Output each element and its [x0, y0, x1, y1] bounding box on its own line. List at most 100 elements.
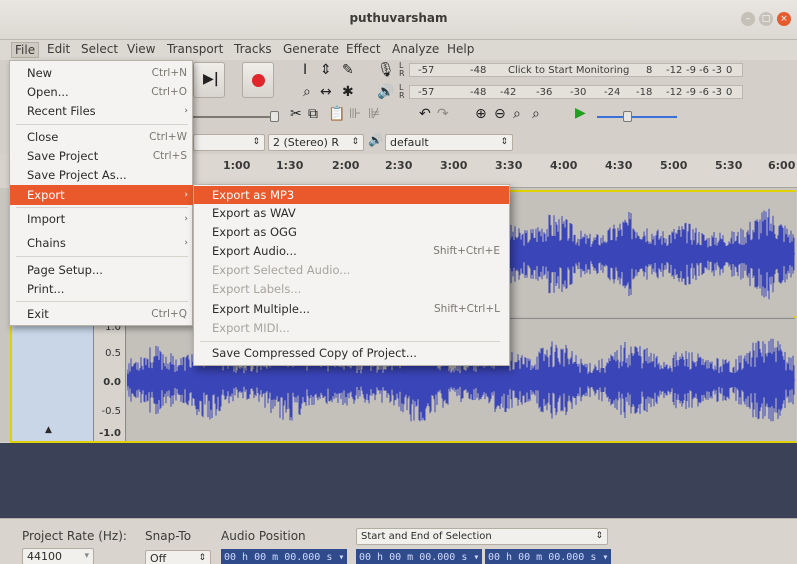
maximize-icon[interactable]: □	[759, 12, 773, 26]
meter-tick: 8	[646, 65, 653, 76]
meter-tick: -36	[536, 87, 553, 98]
audio-position-label: Audio Position	[221, 529, 306, 543]
menu-separator	[16, 207, 188, 208]
play-at-speed-icon[interactable]: ▶	[575, 105, 586, 121]
meter-tick: -48	[470, 87, 487, 98]
ruler-label: 1:30	[276, 159, 304, 172]
meter-tick: 0	[726, 87, 733, 98]
combo-arrow-icon: ⇕	[351, 137, 359, 147]
speed-slider-track[interactable]	[597, 116, 677, 118]
menu-transport[interactable]: Transport	[167, 42, 223, 56]
menu-select[interactable]: Select	[81, 42, 118, 56]
selection-start-value: 00 h 00 m 00.000 s	[359, 552, 468, 563]
zoom-out-icon[interactable]: ⊖	[494, 106, 506, 122]
ruler-label: 2:30	[385, 159, 413, 172]
cut-icon[interactable]: ✂	[290, 106, 302, 122]
menu-help[interactable]: Help	[447, 42, 474, 56]
empty-track-area[interactable]	[0, 443, 797, 518]
menu-effect[interactable]: Effect	[346, 42, 381, 56]
menu-item-open[interactable]: Open... Ctrl+O	[10, 82, 194, 102]
menu-item-print[interactable]: Print...	[10, 279, 194, 299]
ruler-label: 4:00	[550, 159, 578, 172]
zoom-tool-icon[interactable]: ⌕	[303, 84, 311, 100]
menu-item-export-audio[interactable]: Export Audio... Shift+Ctrl+E	[194, 242, 509, 260]
speaker-icon[interactable]: 🔊	[377, 84, 394, 100]
menu-edit[interactable]: Edit	[47, 42, 70, 56]
menu-item-page-setup[interactable]: Page Setup...	[10, 260, 194, 280]
menu-item-save-compressed-copy[interactable]: Save Compressed Copy of Project...	[194, 344, 509, 362]
snap-to-combo[interactable]: Off ⇕	[145, 550, 211, 564]
menu-item-label: Recent Files	[27, 104, 96, 118]
menu-item-import[interactable]: Import ›	[10, 209, 194, 229]
menu-item-chains[interactable]: Chains ›	[10, 233, 194, 253]
menu-item-export-mp3[interactable]: Export as MP3	[194, 186, 509, 204]
audio-position-display[interactable]: 00 h 00 m 00.000 s ▾	[221, 549, 348, 564]
volume-slider-thumb[interactable]	[270, 111, 279, 122]
fit-project-icon[interactable]: ⌕	[532, 106, 540, 122]
export-submenu: Export as MP3 Export as WAV Export as OG…	[193, 184, 510, 366]
paste-icon[interactable]: 📋	[328, 106, 345, 122]
menu-item-save-project[interactable]: Save Project Ctrl+S	[10, 146, 194, 166]
speed-slider-thumb[interactable]	[623, 111, 632, 122]
silence-icon[interactable]: ⊯	[368, 106, 380, 122]
microphone-icon[interactable]: 🎙	[377, 62, 395, 78]
menu-item-label: Import	[27, 212, 66, 226]
menu-item-export-multiple[interactable]: Export Multiple... Shift+Ctrl+L	[194, 300, 509, 318]
menu-item-label: Export Selected Audio...	[212, 263, 351, 277]
multi-tool-icon[interactable]: ✱	[342, 84, 354, 100]
output-device-combo[interactable]: default ⇕	[385, 134, 513, 151]
timeline-ruler[interactable]: 1:00 1:30 2:00 2:30 3:00 3:30 4:00 4:30 …	[193, 154, 797, 188]
project-rate-combo[interactable]: 44100 ▾	[22, 548, 94, 564]
selection-start-display[interactable]: 00 h 00 m 00.000 s ▾	[356, 549, 483, 564]
trim-icon[interactable]: ⊪	[349, 106, 361, 122]
menu-item-export-wav[interactable]: Export as WAV	[194, 204, 509, 222]
copy-icon[interactable]: ⧉	[308, 106, 318, 122]
combo-arrow-icon: ⇕	[500, 137, 508, 147]
menu-generate[interactable]: Generate	[283, 42, 339, 56]
combo-arrow-icon: ⇕	[198, 553, 206, 563]
menu-view[interactable]: View	[127, 42, 155, 56]
redo-icon[interactable]: ↷	[437, 106, 449, 122]
selection-end-display[interactable]: 00 h 00 m 00.000 s ▾	[485, 549, 612, 564]
menu-item-close[interactable]: Close Ctrl+W	[10, 127, 194, 147]
output-speaker-icon: 🔊	[368, 133, 383, 147]
menu-item-save-project-as[interactable]: Save Project As...	[10, 165, 194, 185]
close-icon[interactable]: ×	[777, 12, 791, 26]
menu-item-export-ogg[interactable]: Export as OGG	[194, 223, 509, 241]
fit-selection-icon[interactable]: ⌕	[513, 106, 521, 122]
record-button[interactable]	[242, 62, 274, 98]
menu-item-new[interactable]: New Ctrl+N	[10, 63, 194, 83]
menu-item-export[interactable]: Export ›	[10, 185, 194, 205]
envelope-tool-icon[interactable]: ⇕	[320, 62, 332, 78]
submenu-arrow-icon: ›	[184, 214, 188, 224]
ruler-label: 3:30	[495, 159, 523, 172]
menu-tracks[interactable]: Tracks	[234, 42, 272, 56]
menu-item-recent-files[interactable]: Recent Files ›	[10, 101, 194, 121]
menu-item-label: Close	[27, 130, 59, 144]
minimize-icon[interactable]: –	[741, 12, 755, 26]
skip-end-button[interactable]: ▶|	[193, 62, 225, 98]
input-device-combo[interactable]: ⇕	[193, 134, 265, 151]
collapse-track-icon[interactable]: ▲	[45, 425, 52, 435]
undo-icon[interactable]: ↶	[419, 106, 431, 122]
snap-to-value: Off	[150, 552, 167, 564]
menu-shortcut: Ctrl+Q	[151, 308, 187, 320]
volume-slider-track[interactable]	[193, 116, 273, 118]
menu-analyze[interactable]: Analyze	[392, 42, 439, 56]
menu-item-exit[interactable]: Exit Ctrl+Q	[10, 304, 194, 324]
selection-tool-icon[interactable]: I	[303, 62, 307, 78]
channels-combo[interactable]: 2 (Stereo) R ⇕	[268, 134, 364, 151]
menu-item-label: Save Compressed Copy of Project...	[212, 346, 417, 360]
lr-label-play: LR	[399, 83, 405, 100]
menu-shortcut: Shift+Ctrl+E	[433, 245, 500, 257]
zoom-in-icon[interactable]: ⊕	[475, 106, 487, 122]
selection-mode-combo[interactable]: Start and End of Selection ⇕	[356, 528, 608, 545]
start-monitoring-prompt[interactable]: Click to Start Monitoring	[508, 65, 629, 76]
menu-item-label: Save Project As...	[27, 168, 127, 182]
combo-arrow-icon: ⇕	[252, 137, 260, 147]
selection-end-value: 00 h 00 m 00.000 s	[488, 552, 597, 563]
title-bar: puthuvarsham – □ ×	[0, 0, 797, 40]
menu-file[interactable]: File	[11, 42, 40, 58]
timeshift-tool-icon[interactable]: ↔	[320, 84, 332, 100]
draw-tool-icon[interactable]: ✎	[342, 62, 354, 78]
